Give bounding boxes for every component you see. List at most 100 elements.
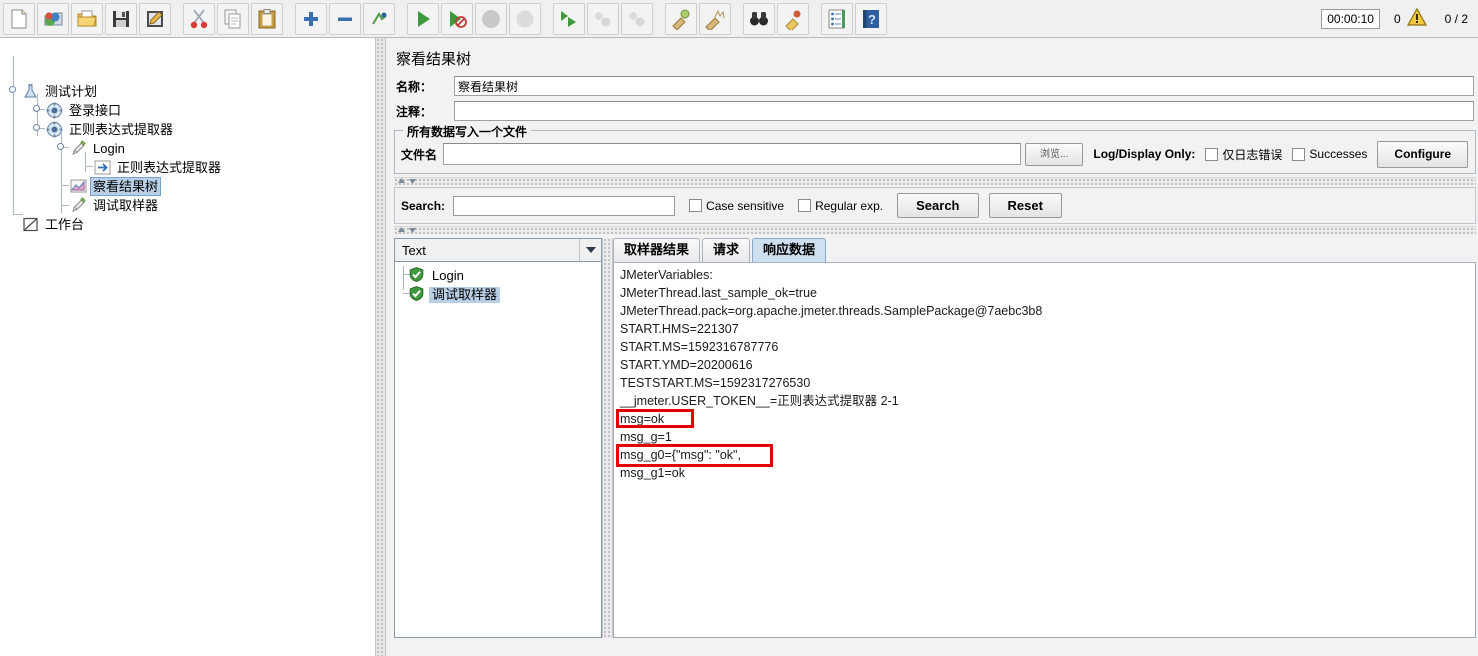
renderer-selected-value: Text: [402, 242, 426, 258]
tree-node-regex-extractor[interactable]: 正则表达式提取器: [94, 158, 224, 177]
response-line: START.MS=1592316787776: [620, 340, 779, 354]
start-no-pauses-button[interactable]: [441, 2, 473, 35]
function-helper-button[interactable]: [821, 2, 853, 35]
paste-button[interactable]: [251, 2, 283, 35]
tree-line: [403, 266, 404, 290]
start-button[interactable]: [407, 2, 439, 35]
renderer-combobox[interactable]: Text: [394, 238, 602, 262]
save-button[interactable]: [105, 2, 137, 35]
tree-expander-login[interactable]: [57, 143, 64, 150]
comment-row: 注释：: [392, 100, 1478, 122]
tree-node-test-plan[interactable]: 测试计划: [22, 82, 100, 101]
search-input[interactable]: [453, 195, 676, 216]
response-line: START.YMD=20200616: [620, 358, 753, 372]
list-item[interactable]: 调试取样器: [409, 285, 501, 304]
tree-node-workbench[interactable]: 工作台: [22, 215, 87, 234]
divider-arrows[interactable]: [397, 177, 417, 185]
clear-button[interactable]: [665, 2, 697, 35]
divider-arrows[interactable]: [397, 226, 417, 234]
elapsed-timer: 00:00:10: [1321, 9, 1380, 29]
toolbar-group-edit: [180, 2, 286, 36]
toolbar-group-search: [740, 2, 812, 36]
svg-text:?: ?: [868, 12, 876, 27]
workbench-icon: [22, 216, 39, 233]
name-input[interactable]: [454, 76, 1474, 96]
tree-line: [85, 166, 93, 167]
response-data-content[interactable]: JMeterVariables: JMeterThread.last_sampl…: [613, 262, 1476, 638]
help-button[interactable]: ?: [855, 2, 887, 35]
successes-checkbox[interactable]: Successes: [1292, 147, 1367, 161]
successes-label: Successes: [1309, 147, 1368, 161]
browse-button[interactable]: 浏览...: [1025, 142, 1084, 166]
active-threads-count: 0 / 2: [1444, 12, 1468, 26]
remote-start-all-button[interactable]: [553, 2, 585, 35]
configure-button[interactable]: Configure: [1377, 140, 1469, 168]
tree-node-label: Login: [93, 141, 125, 156]
regular-exp-label: Regular exp.: [815, 198, 884, 213]
toolbar-group-remote: [550, 2, 656, 36]
tree-node-label: 正则表达式提取器: [69, 122, 174, 137]
chevron-down-icon[interactable]: [579, 239, 601, 261]
clear-all-button[interactable]: [699, 2, 731, 35]
search-submit-button[interactable]: Search: [897, 193, 979, 218]
result-detail-pane: 取样器结果 请求 响应数据 JMeterVariables: JMeterThr…: [613, 238, 1476, 638]
search-reset-button[interactable]: Reset: [988, 193, 1062, 218]
search-reset-button[interactable]: [777, 2, 809, 35]
tree-line: [13, 56, 14, 214]
tab-response-data[interactable]: 响应数据: [752, 238, 827, 262]
tree-node-view-results-tree[interactable]: 察看结果树: [70, 177, 162, 196]
expand-all-button[interactable]: [295, 2, 327, 35]
checkbox-box[interactable]: [798, 199, 812, 212]
comment-label: 注释：: [396, 104, 433, 119]
sampler-icon: [70, 197, 87, 214]
run-status-area: 00:00:10 0 0 / 2: [1321, 6, 1472, 32]
regular-exp-checkbox[interactable]: Regular exp.: [798, 199, 883, 213]
save-as-button[interactable]: [139, 2, 171, 35]
write-results-group-title: 所有数据写入一个文件: [403, 123, 532, 140]
response-line: __jmeter.USER_TOKEN__=正则表达式提取器 2-1: [620, 394, 899, 408]
search-button[interactable]: [743, 2, 775, 35]
tree-expander-regex-group[interactable]: [33, 124, 40, 131]
checkbox-box[interactable]: [1292, 147, 1306, 161]
tab-sampler-result[interactable]: 取样器结果: [613, 238, 701, 262]
results-split-divider[interactable]: [602, 238, 613, 638]
view-results-tree-icon: [70, 178, 87, 195]
tree-expander-root[interactable]: [9, 86, 16, 93]
test-plan-tree[interactable]: 测试计划 登录接口 正则表达式提取器 Login 正则表达式提取器 察看结果树 …: [0, 38, 375, 656]
sample-result-tree[interactable]: Login 调试取样器: [394, 262, 602, 638]
errors-only-label: 仅日志错误: [1222, 147, 1283, 162]
search-bar: Search: Case sensitive Regular exp. Sear…: [394, 187, 1476, 224]
filename-input[interactable]: [443, 143, 1022, 165]
cut-button[interactable]: [183, 2, 215, 35]
checkbox-box[interactable]: [1205, 147, 1219, 161]
filename-row: 文件名 浏览... Log/Display Only: 仅日志错误 Succes…: [401, 140, 1469, 168]
tree-node-login-api[interactable]: 登录接口: [46, 101, 124, 120]
main-split-divider[interactable]: [375, 38, 386, 656]
tree-node-label: 察看结果树: [90, 177, 162, 196]
tree-node-debug-sampler[interactable]: 调试取样器: [70, 196, 161, 215]
tab-request[interactable]: 请求: [702, 238, 751, 262]
errors-only-checkbox[interactable]: 仅日志错误: [1205, 146, 1282, 163]
tree-node-regex-group[interactable]: 正则表达式提取器: [46, 120, 176, 139]
sampler-icon: [70, 140, 87, 157]
copy-button[interactable]: [217, 2, 249, 35]
list-item[interactable]: Login: [409, 266, 467, 285]
open-button[interactable]: [71, 2, 103, 35]
checkbox-box[interactable]: [689, 199, 703, 212]
case-sensitive-checkbox[interactable]: Case sensitive: [689, 199, 784, 213]
collapse-all-button[interactable]: [329, 2, 361, 35]
new-test-plan-button[interactable]: [3, 2, 35, 35]
toggle-button[interactable]: [363, 2, 395, 35]
comment-input[interactable]: [454, 101, 1474, 121]
tree-expander-login-api[interactable]: [33, 105, 40, 112]
toolbar-group-run: [404, 2, 544, 36]
remote-stop-all-button: [587, 2, 619, 35]
response-line: JMeterThread.pack=org.apache.jmeter.thre…: [620, 304, 1043, 318]
search-section-divider[interactable]: [394, 226, 1476, 234]
tree-node-login-sampler[interactable]: Login: [70, 139, 128, 158]
response-line: TESTSTART.MS=1592317276530: [620, 376, 811, 390]
file-section-divider[interactable]: [394, 177, 1476, 185]
results-area: Text Login 调试取样器 取样器结果 请求 响应数据 JMeterVar…: [394, 238, 1476, 638]
templates-button[interactable]: [37, 2, 69, 35]
warning-triangle-icon[interactable]: [1406, 7, 1427, 30]
